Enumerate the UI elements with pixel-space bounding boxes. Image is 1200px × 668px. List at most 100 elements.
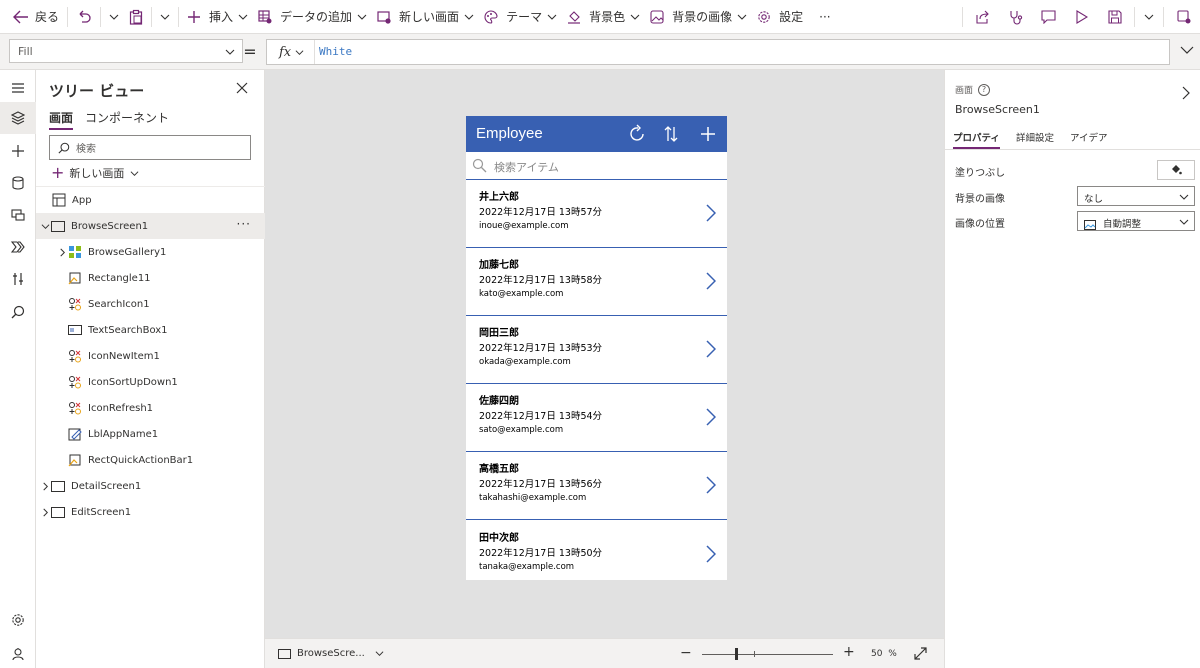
gallery-item[interactable]: 岡田三郎 2022年12月17日 13時53分 okada@example.co… — [466, 316, 727, 384]
gallery-item[interactable]: 佐藤四朗 2022年12月17日 13時54分 sato@example.com — [466, 384, 727, 452]
comments-button[interactable] — [1032, 0, 1065, 34]
virtual-agent-rail-button[interactable] — [0, 638, 36, 668]
app-screen-preview[interactable]: Employee 検索アイテム 井上六郎 2022年12月17日 13時57分 … — [466, 116, 727, 580]
help-icon[interactable]: ? — [978, 83, 991, 96]
tree-view-rail-button[interactable] — [0, 102, 36, 134]
fx-button[interactable]: fx — [267, 40, 315, 64]
chevron-down-icon[interactable] — [160, 12, 170, 22]
chevron-right-icon[interactable] — [56, 248, 68, 257]
formula-input[interactable]: fx White — [266, 39, 1170, 65]
tools-rail-button[interactable] — [0, 263, 36, 295]
image-position-dropdown[interactable]: 自動調整 — [1077, 211, 1195, 231]
add-icon[interactable] — [700, 124, 716, 144]
app-header-bar[interactable]: Employee — [466, 116, 727, 152]
background-image-menu[interactable]: 背景の画像 — [645, 0, 752, 34]
screen-picker[interactable]: BrowseScre... — [278, 648, 384, 659]
tree-item-browsegallery1[interactable]: BrowseGallery1 — [36, 239, 265, 265]
chevron-right-icon[interactable] — [1182, 86, 1190, 100]
tree-search-input[interactable]: 検索 — [49, 135, 251, 160]
close-icon[interactable] — [236, 82, 248, 94]
tree-item-editscreen1[interactable]: EditScreen1 — [36, 499, 265, 525]
property-dropdown[interactable]: Fill — [9, 39, 243, 63]
zoom-slider-track[interactable] — [702, 654, 833, 655]
tab-screens[interactable]: 画面 — [49, 109, 74, 130]
gallery-item[interactable]: 田中次郎 2022年12月17日 13時50分 tanaka@example.c… — [466, 521, 727, 580]
app-search-box[interactable]: 検索アイテム — [466, 152, 727, 180]
chevron-right-icon[interactable] — [39, 508, 51, 517]
design-canvas[interactable]: Employee 検索アイテム 井上六郎 2022年12月17日 13時57分 … — [265, 70, 944, 638]
chevron-right-icon[interactable] — [706, 340, 716, 358]
app-checker-button[interactable] — [999, 0, 1032, 34]
settings-rail-button[interactable] — [0, 604, 36, 636]
new-screen-button[interactable]: + 新しい画面 — [51, 165, 139, 181]
paste-button[interactable] — [124, 0, 175, 34]
tree-item-app[interactable]: App — [36, 187, 265, 213]
zoom-in-button[interactable]: + — [843, 644, 855, 660]
save-button[interactable] — [1098, 0, 1131, 34]
insert-menu[interactable]: 挿入 — [182, 0, 253, 34]
expand-formula-icon[interactable] — [1180, 44, 1194, 56]
tree-item-iconnewitem1[interactable]: IconNewItem1 — [36, 343, 265, 369]
tree-item-label: App — [72, 194, 92, 206]
tree-item-label: DetailScreen1 — [71, 480, 142, 492]
chevron-right-icon[interactable] — [706, 545, 716, 563]
fit-to-window-icon[interactable] — [914, 647, 927, 660]
chevron-right-icon[interactable] — [706, 408, 716, 426]
more-commands-button[interactable]: ··· — [814, 0, 835, 34]
hamburger-menu-button[interactable] — [0, 72, 36, 104]
tab-ideas[interactable]: アイデア — [1070, 130, 1108, 149]
app-title[interactable]: Employee — [476, 125, 543, 142]
search-rail-button[interactable] — [0, 296, 36, 328]
theme-menu[interactable]: テーマ — [479, 0, 562, 34]
tree-item-rectangle11[interactable]: Rectangle11 — [36, 265, 265, 291]
hamburger-icon — [12, 83, 24, 93]
tree-item-iconsortupdown1[interactable]: IconSortUpDown1 — [36, 369, 265, 395]
gallery-item[interactable]: 加藤七郎 2022年12月17日 13時58分 kato@example.com — [466, 248, 727, 316]
tools-icon — [13, 273, 23, 285]
tab-components[interactable]: コンポーネント — [85, 109, 169, 130]
tree-item-iconrefresh1[interactable]: IconRefresh1 — [36, 395, 265, 421]
chevron-down-icon[interactable] — [109, 12, 119, 22]
sort-up-down-icon[interactable] — [664, 124, 678, 144]
data-rail-button[interactable] — [0, 167, 36, 199]
gallery-item[interactable]: 井上六郎 2022年12月17日 13時57分 inoue@example.co… — [466, 180, 727, 248]
refresh-icon[interactable] — [627, 124, 647, 144]
tree-item-browsescreen1[interactable]: BrowseScreen1 ··· — [36, 213, 265, 239]
share-button[interactable] — [966, 0, 999, 34]
add-data-menu[interactable]: データの追加 — [253, 0, 372, 34]
back-button[interactable]: 戻る — [8, 0, 64, 34]
gallery-item[interactable]: 高橋五郎 2022年12月17日 13時56分 takahashi@exampl… — [466, 452, 727, 520]
background-color-menu[interactable]: 背景色 — [562, 0, 645, 34]
employee-name: 高橋五郎 — [479, 464, 519, 475]
chevron-right-icon[interactable] — [39, 482, 51, 491]
media-rail-button[interactable] — [0, 199, 36, 231]
publish-button[interactable] — [1167, 0, 1200, 34]
toolbar-divider — [100, 6, 102, 27]
tree-item-rectquickactionbar1[interactable]: RectQuickActionBar1 — [36, 447, 265, 473]
zoom-slider-thumb[interactable] — [735, 648, 738, 660]
preview-button[interactable] — [1065, 0, 1098, 34]
fill-color-picker[interactable] — [1157, 160, 1195, 180]
background-image-label: 背景の画像 — [955, 194, 1005, 205]
power-automate-rail-button[interactable] — [0, 231, 36, 263]
settings-button[interactable]: 設定 — [752, 0, 808, 34]
tab-properties[interactable]: プロパティ — [953, 130, 1000, 149]
new-screen-menu[interactable]: 新しい画面 — [372, 0, 479, 34]
tab-advanced[interactable]: 詳細設定 — [1016, 130, 1054, 149]
chevron-right-icon[interactable] — [706, 272, 716, 290]
tree-item-textsearchbox1[interactable]: TextSearchBox1 — [36, 317, 265, 343]
background-image-dropdown[interactable]: なし — [1077, 186, 1195, 206]
tree-item-lblappname1[interactable]: LblAppName1 — [36, 421, 265, 447]
chevron-right-icon[interactable] — [706, 204, 716, 222]
chevron-right-icon[interactable] — [706, 476, 716, 494]
tree-item-searchicon1[interactable]: SearchIcon1 — [36, 291, 265, 317]
employee-date: 2022年12月17日 13時54分 — [479, 411, 603, 422]
zoom-out-button[interactable]: − — [680, 645, 692, 661]
save-options-button[interactable] — [1138, 0, 1160, 34]
tree-item-detailscreen1[interactable]: DetailScreen1 — [36, 473, 265, 499]
more-options-button[interactable]: ··· — [237, 218, 251, 230]
tree-item-label: IconSortUpDown1 — [88, 376, 178, 388]
insert-rail-button[interactable] — [0, 135, 36, 167]
undo-button[interactable] — [71, 0, 124, 34]
chevron-down-icon[interactable] — [39, 222, 51, 231]
